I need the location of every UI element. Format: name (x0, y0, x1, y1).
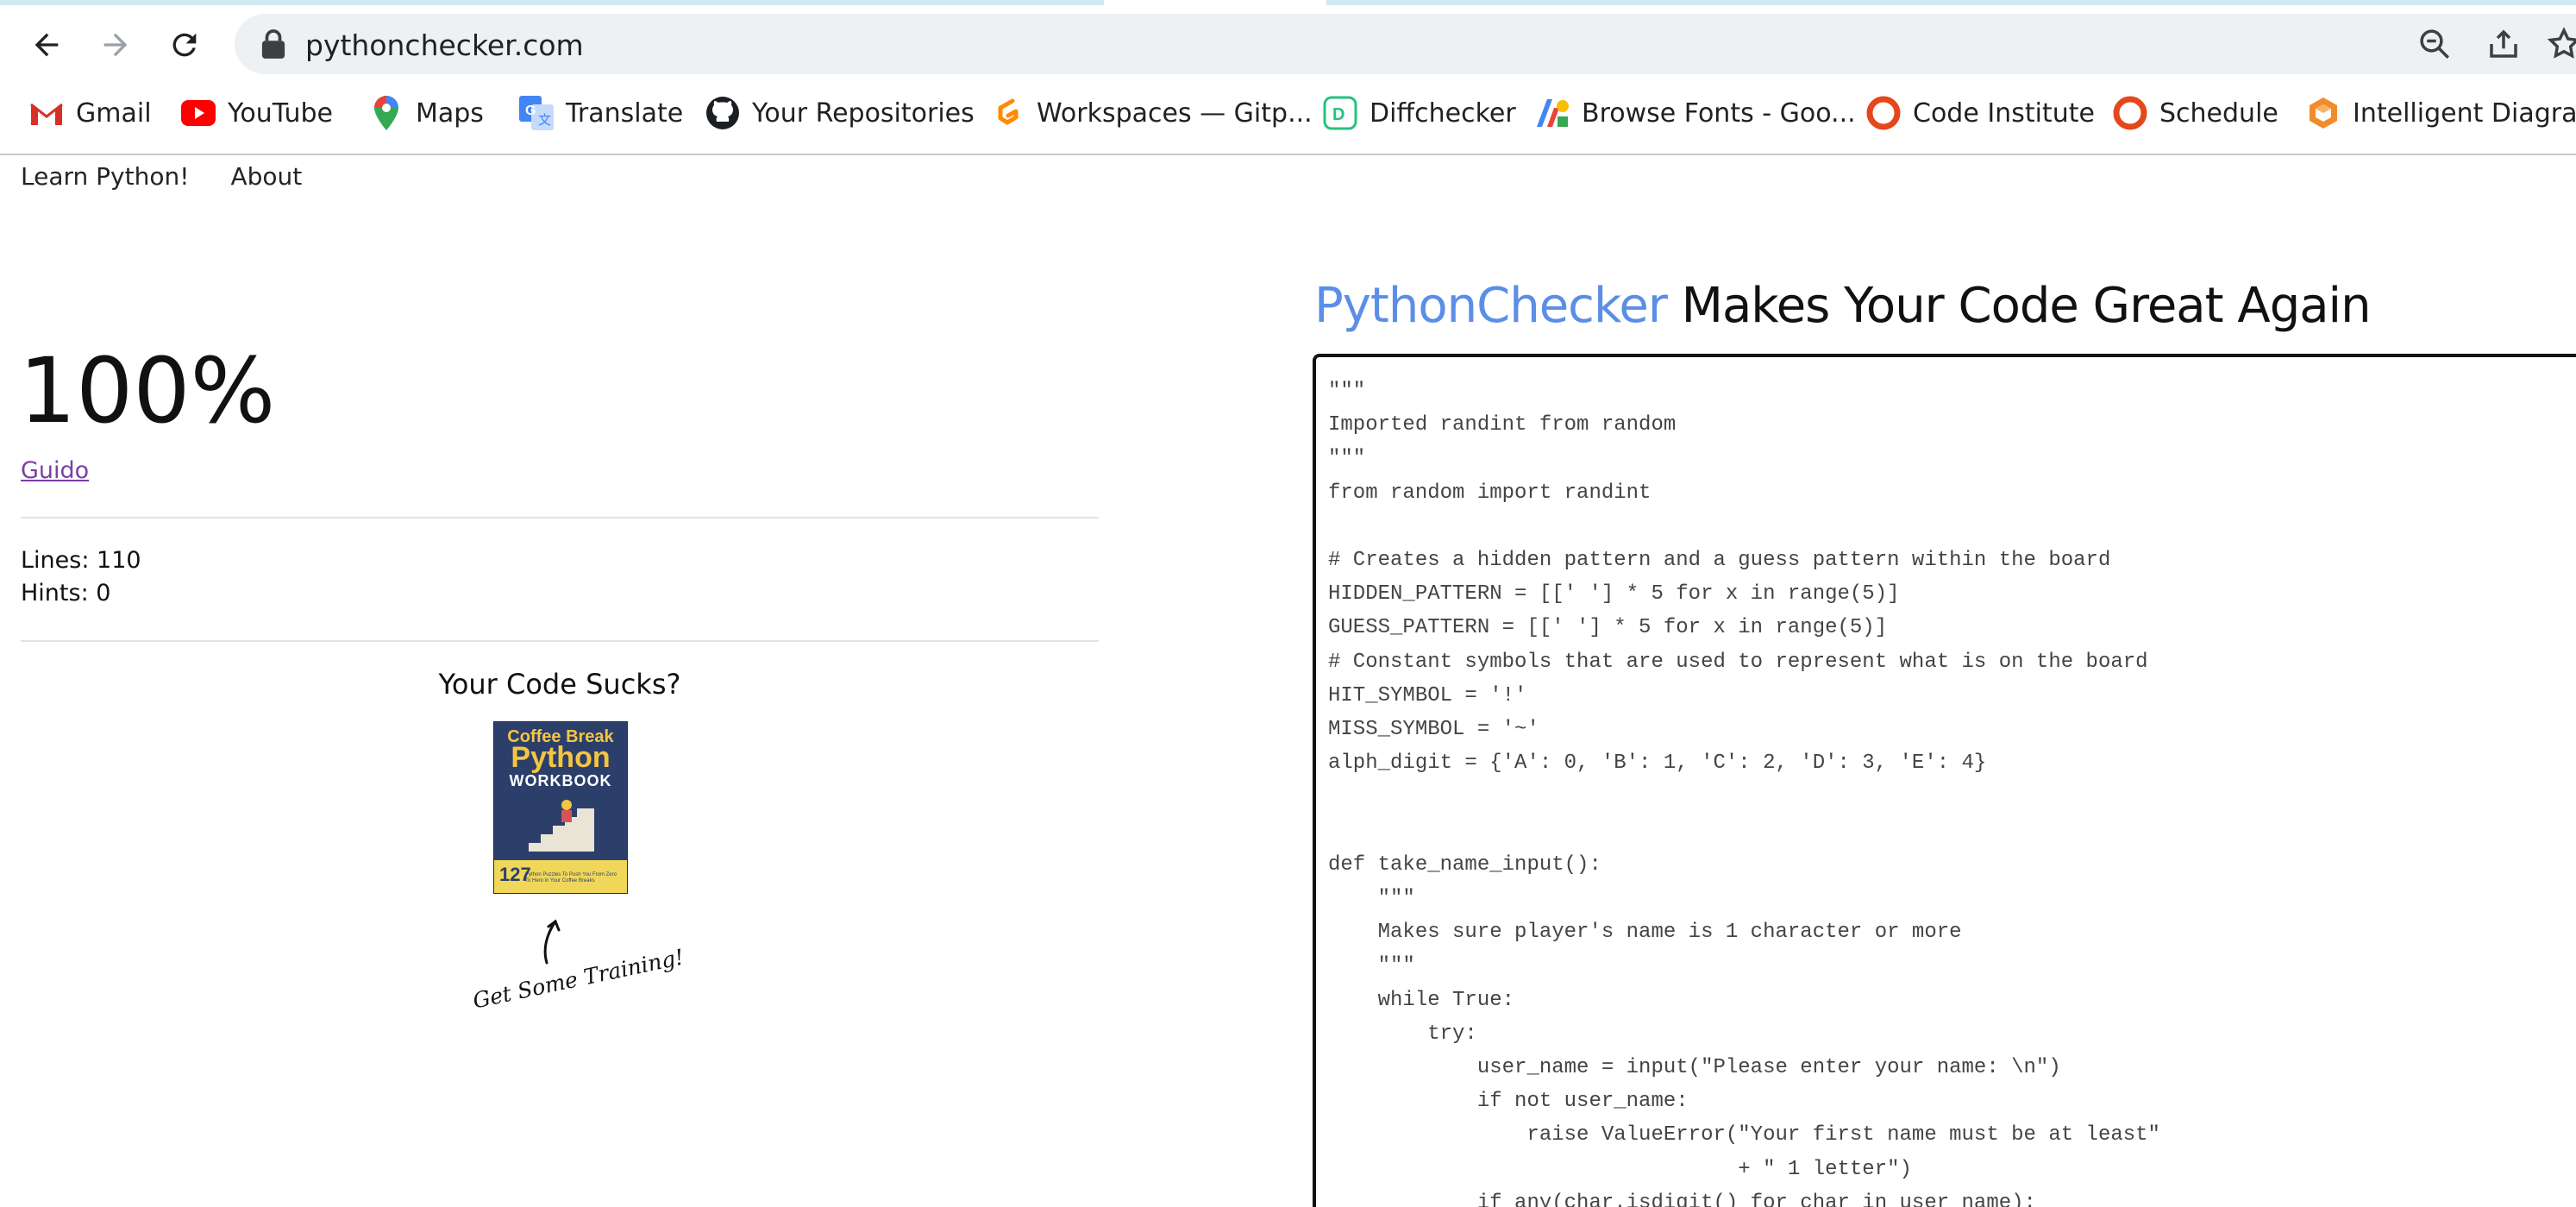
back-button[interactable] (21, 19, 72, 71)
book-title-line2: Python (511, 741, 611, 774)
nav-learn-python-link[interactable]: Learn Python! (21, 162, 189, 197)
back-arrow-icon (34, 33, 59, 57)
headline-tagline: Makes Your Code Great Again (1666, 278, 2372, 334)
forward-arrow-icon (103, 33, 128, 57)
promo-title: Your Code Sucks? (438, 668, 681, 701)
gmail-icon (29, 96, 64, 130)
bookmark-code-institute[interactable]: Code Institute (1866, 91, 2095, 135)
bookmark-intelligent-diagram[interactable]: Intelligent Diagram (2306, 91, 2576, 135)
bookmark-diffchecker[interactable]: D Diffchecker (1323, 91, 1516, 135)
bookmark-your-repositories[interactable]: Your Repositories (705, 91, 975, 135)
book-title-line3: WORKBOOK (509, 772, 612, 789)
divider (21, 640, 1099, 642)
book-band: 127 Python Puzzles To Push You From Zero… (494, 860, 627, 893)
translate-icon: G文 (519, 96, 554, 130)
page-headline: PythonChecker Makes Your Code Great Agai… (1314, 278, 2372, 334)
nav-about-link[interactable]: About (230, 162, 302, 197)
maps-icon (369, 96, 404, 130)
bookmark-maps[interactable]: Maps (369, 91, 484, 135)
schedule-icon (2113, 96, 2147, 130)
bookmark-browse-fonts[interactable]: Browse Fonts - Goo... (1535, 91, 1856, 135)
tab-strip-right (1326, 0, 2576, 5)
diffchecker-icon: D (1323, 96, 1357, 130)
bookmark-star-icon[interactable] (2546, 26, 2576, 62)
bookmark-youtube[interactable]: YouTube (181, 91, 333, 135)
zoom-icon[interactable] (2416, 26, 2453, 62)
forward-button[interactable] (90, 19, 141, 71)
gitpod-icon (990, 96, 1025, 130)
diagram-icon (2306, 96, 2341, 130)
bookmark-workspaces-gitpod[interactable]: Workspaces — Gitp... (990, 91, 1313, 135)
share-icon[interactable] (2485, 26, 2522, 62)
lock-icon (261, 29, 285, 59)
curved-arrow-icon (543, 919, 561, 965)
reload-button[interactable] (159, 19, 210, 71)
bookmark-gmail[interactable]: Gmail (29, 91, 152, 135)
bookmark-schedule[interactable]: Schedule (2113, 91, 2278, 135)
svg-text:D: D (1332, 105, 1344, 124)
book-subtitle: Python Puzzles To Push You From Zero To … (525, 872, 617, 883)
youtube-icon (181, 96, 216, 130)
lines-count: Lines: 110 (21, 547, 141, 574)
bookmarks-bar: Gmail YouTube Maps G文 Translate Your Rep… (0, 86, 2576, 140)
score-percentage: 100% (19, 338, 276, 443)
book-cover-image[interactable]: Coffee Break Python WORKBOOK 127 Python … (493, 721, 628, 894)
code-editor[interactable]: """ Imported randint from random """ fro… (1313, 354, 2576, 1207)
training-caption: Get Some Training! (470, 944, 686, 1014)
tab-strip (0, 0, 1104, 5)
code-institute-icon (1866, 96, 1901, 130)
guido-link[interactable]: Guido (21, 457, 89, 484)
reload-icon (172, 33, 197, 57)
stairs-illustration (529, 800, 594, 852)
hints-count: Hints: 0 (21, 580, 111, 607)
site-nav: Learn Python! About (21, 162, 343, 197)
divider (21, 517, 1099, 519)
browser-chrome: pythonchecker.com Gmail YouTube Maps G 文… (0, 0, 2576, 155)
svg-text:G: G (525, 104, 536, 118)
github-icon (705, 96, 740, 130)
google-fonts-icon (1535, 96, 1570, 130)
address-bar[interactable]: pythonchecker.com (235, 14, 2576, 74)
bookmark-translate[interactable]: G文 Translate (519, 91, 683, 135)
url-text[interactable]: pythonchecker.com (305, 28, 584, 62)
code-text[interactable]: """ Imported randint from random """ fro… (1328, 374, 2160, 1207)
svg-text:文: 文 (538, 113, 551, 128)
brand-name: PythonChecker (1314, 278, 1668, 334)
